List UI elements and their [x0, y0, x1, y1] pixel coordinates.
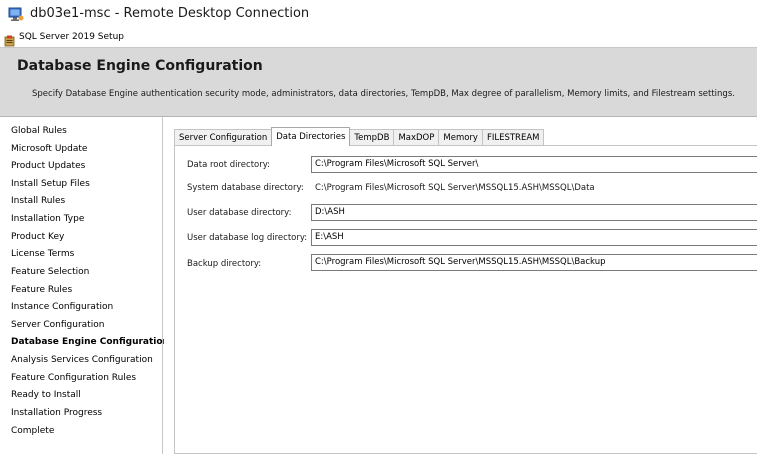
tab-filestream[interactable]: FILESTREAM	[481, 129, 545, 146]
tab-server-configuration[interactable]: Server Configuration	[174, 129, 273, 146]
user-database-log-directory-input[interactable]: E:\ASH	[311, 229, 757, 246]
sidebar-item-global-rules[interactable]: Global Rules	[11, 126, 67, 136]
backup-directory-input[interactable]: C:\Program Files\Microsoft SQL Server\MS…	[311, 254, 757, 271]
sidebar-item-product-key[interactable]: Product Key	[11, 232, 64, 242]
user-database-directory-label: User database directory:	[187, 208, 292, 218]
sidebar-item-server-configuration[interactable]: Server Configuration	[11, 320, 104, 330]
tabstrip: Server Configuration Data Directories Te…	[174, 127, 545, 146]
tab-tempdb[interactable]: TempDB	[349, 129, 395, 146]
data-root-directory-input[interactable]: C:\Program Files\Microsoft SQL Server\	[311, 156, 757, 173]
sidebar-item-microsoft-update[interactable]: Microsoft Update	[11, 144, 87, 154]
sidebar-item-database-engine-configuration[interactable]: Database Engine Configuration	[11, 337, 169, 347]
user-database-log-directory-label: User database log directory:	[187, 233, 308, 243]
backup-directory-label: Backup directory:	[187, 259, 262, 269]
user-database-directory-input[interactable]: D:\ASH	[311, 204, 757, 221]
remote-desktop-icon	[8, 7, 24, 22]
page-header: Database Engine Configuration Specify Da…	[0, 47, 757, 116]
sidebar-item-feature-selection[interactable]: Feature Selection	[11, 267, 89, 277]
sidebar-item-complete[interactable]: Complete	[11, 426, 54, 436]
sql-setup-icon	[4, 32, 15, 47]
sidebar-item-install-rules[interactable]: Install Rules	[11, 196, 65, 206]
tab-maxdop[interactable]: MaxDOP	[393, 129, 440, 146]
system-database-directory-label: System database directory:	[187, 183, 304, 193]
setup-steps-sidebar: Global Rules Microsoft Update Product Up…	[0, 117, 169, 454]
sidebar-item-license-terms[interactable]: License Terms	[11, 249, 74, 259]
page-title: Database Engine Configuration	[17, 58, 263, 74]
tab-data-directories[interactable]: Data Directories	[271, 127, 351, 146]
sidebar-item-product-updates[interactable]: Product Updates	[11, 161, 85, 171]
data-root-directory-label: Data root directory:	[187, 160, 271, 170]
data-directories-panel: Data root directory: C:\Program Files\Mi…	[174, 145, 757, 454]
sidebar-item-installation-progress[interactable]: Installation Progress	[11, 408, 102, 418]
setup-titlebar: SQL Server 2019 Setup	[0, 30, 757, 47]
sidebar-item-analysis-services-configuration[interactable]: Analysis Services Configuration	[11, 355, 153, 365]
sidebar-item-installation-type[interactable]: Installation Type	[11, 214, 84, 224]
sidebar-item-feature-rules[interactable]: Feature Rules	[11, 285, 72, 295]
sidebar-item-instance-configuration[interactable]: Instance Configuration	[11, 302, 113, 312]
setup-window-title: SQL Server 2019 Setup	[19, 32, 125, 42]
tab-memory[interactable]: Memory	[438, 129, 483, 146]
sidebar-item-ready-to-install[interactable]: Ready to Install	[11, 390, 81, 400]
window-title: db03e1-msc - Remote Desktop Connection	[30, 6, 310, 21]
page-description: Specify Database Engine authentication s…	[32, 89, 735, 99]
system-database-directory-value: C:\Program Files\Microsoft SQL Server\MS…	[315, 183, 595, 193]
sidebar-item-feature-configuration-rules[interactable]: Feature Configuration Rules	[11, 373, 136, 383]
main-content: Server Configuration Data Directories Te…	[164, 117, 757, 454]
sidebar-item-install-setup-files[interactable]: Install Setup Files	[11, 179, 90, 189]
remote-desktop-titlebar: db03e1-msc - Remote Desktop Connection	[0, 0, 757, 30]
